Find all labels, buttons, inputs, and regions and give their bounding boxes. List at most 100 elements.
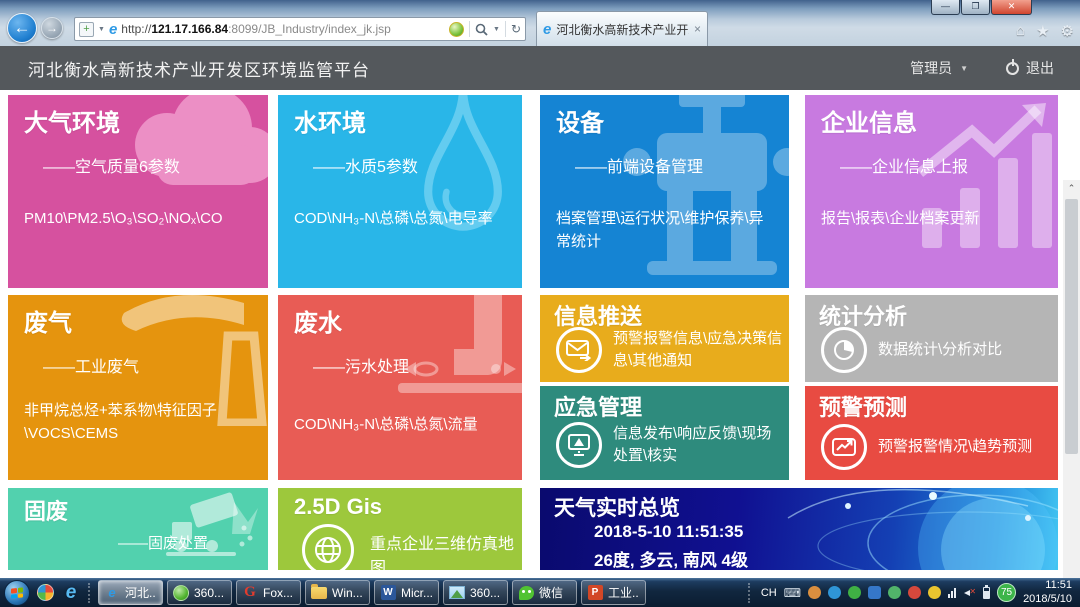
search-dropdown-caret[interactable]: ▼ — [493, 26, 500, 33]
trend-line-icon — [821, 424, 867, 470]
browser-tab[interactable]: e 河北衡水高新技术产业开发... × — [536, 11, 708, 46]
taskbtn-powerpoint[interactable]: P 工业.. — [581, 580, 646, 605]
globe-icon — [302, 524, 354, 570]
chevron-down-icon: ▼ — [960, 64, 968, 73]
tab-favicon-ie-icon: e — [543, 22, 551, 37]
battery-icon[interactable] — [983, 587, 990, 599]
page-favicon-ie-icon: e — [109, 22, 117, 37]
tray-icon-4[interactable] — [928, 586, 941, 599]
window-minimize-button[interactable]: — — [931, 0, 960, 15]
volume-muted-icon[interactable] — [963, 586, 976, 599]
tile-title: 水环境 — [294, 103, 366, 138]
tile-subtitle: ——污水处理 — [313, 353, 409, 377]
quicklaunch-ie-icon[interactable]: e — [60, 582, 82, 604]
url-text[interactable]: http://121.17.166.84:8099/JB_Industry/in… — [121, 22, 445, 36]
taskbtn-label: Fox... — [263, 586, 293, 600]
refresh-icon[interactable]: ↻ — [511, 22, 521, 36]
screen: ← → + ▼ e http://121.17.166.84:8099/JB_I… — [0, 0, 1080, 607]
word-icon: W — [380, 585, 396, 601]
tile-equipment[interactable]: 设备 ——前端设备管理 档案管理\运行状况\维护保养\异常统计 — [540, 95, 789, 288]
home-icon[interactable]: ⌂ — [1016, 22, 1025, 40]
tray-icon-1[interactable] — [808, 586, 821, 599]
weather-datetime: 2018-5-10 11:51:35 — [594, 522, 743, 542]
url-host: 121.17.166.84 — [151, 22, 228, 36]
tile-weather-overview[interactable]: 天气实时总览 2018-5-10 11:51:35 26度, 多云, 南风 4级 — [540, 488, 1058, 570]
url-scheme: http:// — [121, 22, 151, 36]
settings-gear-icon[interactable]: ⚙ — [1061, 22, 1074, 40]
taskbtn-internet-explorer[interactable]: e 河北.. — [98, 580, 163, 605]
network-signal-icon[interactable] — [948, 587, 956, 598]
pie-chart-icon — [821, 327, 867, 373]
tray-chat-icon[interactable] — [888, 586, 901, 599]
browser-back-button[interactable]: ← — [7, 13, 37, 43]
language-indicator[interactable]: CH — [761, 587, 777, 599]
bar-chart-icon — [912, 103, 1052, 253]
address-bar[interactable]: + ▼ e http://121.17.166.84:8099/JB_Indus… — [74, 17, 526, 41]
scrollbar-thumb[interactable] — [1065, 199, 1078, 454]
taskbar: e e 河北.. 360... G Fox... Win... W Micr..… — [0, 578, 1080, 607]
tray-icon-3[interactable] — [908, 586, 921, 599]
tile-warning-forecast[interactable]: 预警预测 预警报警情况\趋势预测 — [805, 386, 1058, 480]
tab-close-icon[interactable]: × — [694, 22, 701, 36]
taskbar-clock[interactable]: 11:51 2018/5/10 — [1023, 579, 1072, 607]
tray-icon-ie[interactable] — [828, 586, 841, 599]
browser-forward-button[interactable]: → — [41, 17, 63, 39]
tile-statistics-analysis[interactable]: 统计分析 数据统计\分析对比 — [805, 295, 1058, 382]
compatibility-view-icon[interactable]: + — [79, 22, 94, 37]
tile-water-environment[interactable]: 水环境 ——水质5参数 COD\NH₃-N\总磷\总氮\电导率 — [278, 95, 522, 288]
globe-network-art — [728, 488, 1058, 570]
tile-waste-water[interactable]: 废水 ——污水处理 COD\NH₃-N\总磷\总氮\流量 — [278, 295, 522, 480]
tile-title: 预警预测 — [819, 390, 907, 422]
page-scrollbar[interactable]: ⌃ — [1063, 180, 1080, 607]
tile-solid-waste[interactable]: 固废 ——固废处置 — [8, 488, 268, 570]
thunder-plugin-icon[interactable] — [449, 22, 464, 37]
divider — [505, 21, 506, 37]
quicklaunch-360-safe-icon[interactable] — [34, 582, 56, 604]
scrollbar-up-arrow[interactable]: ⌃ — [1063, 180, 1080, 197]
taskbtn-label: 360... — [194, 586, 224, 600]
tile-enterprise-info[interactable]: 企业信息 ——企业信息上报 报告\报表\企业档案更新 — [805, 95, 1058, 288]
dashboard: 大气环境 ——空气质量6参数 PM10\PM2.5\O₃\SO₂\NOₓ\CO … — [0, 90, 1080, 578]
browser-chrome: ← → + ▼ e http://121.17.166.84:8099/JB_I… — [0, 0, 1080, 46]
favorites-star-icon[interactable]: ★ — [1036, 22, 1049, 40]
clock-date: 2018/5/10 — [1023, 593, 1072, 607]
battery-score-badge[interactable]: 75 — [997, 583, 1016, 602]
taskbar-separator — [748, 583, 752, 603]
tray-icon-2[interactable] — [848, 586, 861, 599]
taskbtn-360-browser[interactable]: 360... — [167, 580, 232, 605]
window-maximize-button[interactable]: ❐ — [961, 0, 990, 15]
tile-subtitle: ——企业信息上报 — [840, 153, 968, 177]
360-browser-icon — [173, 585, 189, 601]
tile-info-push[interactable]: 信息推送 预警报警信息\应急决策信息\其他通知 — [540, 295, 789, 382]
tile-atmosphere[interactable]: 大气环境 ——空气质量6参数 PM10\PM2.5\O₃\SO₂\NOₓ\CO — [8, 95, 268, 288]
taskbtn-word[interactable]: W Micr... — [374, 580, 439, 605]
keyboard-icon[interactable]: ⌨ — [784, 586, 801, 600]
tile-detail: 非甲烷总烃+苯系物\特征因子\VOCS\CEMS — [24, 399, 256, 446]
taskbtn-wechat[interactable]: 微信 — [512, 580, 577, 605]
tile-detail: PM10\PM2.5\O₃\SO₂\NOₓ\CO — [24, 207, 256, 230]
app-header: 河北衡水高新技术产业开发区环境监管平台 管理员 ▼ 退出 — [0, 46, 1080, 90]
tile-25d-gis[interactable]: 2.5D Gis 重点企业三维仿真地图 — [278, 488, 522, 570]
taskbtn-label: 微信 — [539, 584, 563, 601]
search-icon[interactable] — [475, 23, 488, 36]
monitor-alert-icon — [556, 422, 602, 468]
logout-button[interactable]: 退出 — [1006, 58, 1054, 78]
taskbar-separator — [88, 583, 92, 603]
window-close-button[interactable]: ✕ — [991, 0, 1032, 15]
picture-viewer-icon — [449, 585, 465, 601]
tray-shield-icon[interactable] — [868, 586, 881, 599]
tile-title: 应急管理 — [554, 390, 642, 422]
ie-icon: e — [104, 585, 120, 601]
user-menu[interactable]: 管理员 ▼ — [910, 58, 968, 78]
taskbtn-windows-explorer[interactable]: Win... — [305, 580, 370, 605]
foxmail-icon: G — [242, 585, 258, 601]
taskbtn-picture-viewer[interactable]: 360... — [443, 580, 508, 605]
taskbtn-foxmail[interactable]: G Fox... — [236, 580, 301, 605]
tile-waste-gas[interactable]: 废气 ——工业废气 非甲烷总烃+苯系物\特征因子\VOCS\CEMS — [8, 295, 268, 480]
tile-detail: COD\NH₃-N\总磷\总氮\电导率 — [294, 207, 510, 230]
power-icon — [1006, 62, 1019, 75]
start-button[interactable] — [4, 580, 30, 606]
tile-emergency-management[interactable]: 应急管理 信息发布\响应反馈\现场处置\核实 — [540, 386, 789, 480]
address-dropdown-caret[interactable]: ▼ — [98, 26, 105, 33]
tile-detail: 报告\报表\企业档案更新 — [821, 207, 1046, 230]
